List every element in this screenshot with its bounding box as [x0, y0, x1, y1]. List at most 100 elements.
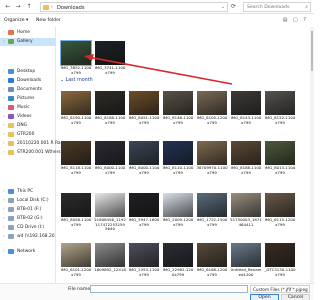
up-arrow-icon[interactable]: ↑: [25, 3, 33, 11]
file-tile[interactable]: IMG_8152-1100x799: [264, 91, 296, 133]
file-tile[interactable]: IMG_8146-1100x799: [162, 91, 194, 133]
file-thumbnail: [163, 243, 193, 267]
command-bar: Organize ▾ New folder ▤ ▢ ?: [0, 15, 314, 26]
sidebar-item[interactable]: › Desktop: [0, 68, 56, 76]
file-thumbnail: [231, 91, 261, 115]
file-name: IMG_3852-1100x799: [60, 65, 92, 75]
sidebar-item[interactable]: › Network: [0, 248, 56, 256]
address-path[interactable]: Downloads: [57, 5, 84, 11]
file-tile[interactable]: IMG_22982-1200x799: [162, 243, 194, 285]
file-tile[interactable]: IMG_8051-1100x799: [128, 91, 160, 133]
sidebar-item[interactable]: › Downloads: [0, 77, 56, 85]
file-tile[interactable]: IMG_8013-1100x799: [264, 141, 296, 183]
expand-chevron-icon[interactable]: ›: [3, 224, 5, 229]
expand-chevron-icon[interactable]: ›: [3, 215, 5, 220]
expand-chevron-icon[interactable]: ›: [3, 95, 5, 100]
vertical-scrollbar[interactable]: [310, 27, 314, 283]
expand-chevron-icon[interactable]: ›: [3, 38, 5, 43]
file-tile[interactable]: IMG_8110-1100x799: [162, 141, 194, 183]
expand-chevron-icon[interactable]: ›: [3, 206, 5, 211]
expand-chevron-icon[interactable]: ›: [3, 149, 5, 154]
sidebar-item[interactable]: › Documents: [0, 86, 56, 94]
address-bar[interactable]: › Downloads ⌄: [40, 2, 228, 12]
sidebar-item[interactable]: › DNG: [0, 122, 56, 130]
expand-chevron-icon[interactable]: ›: [3, 68, 5, 73]
file-tile[interactable]: IMG_6168-1200x799: [196, 243, 228, 285]
file-thumbnail: [197, 193, 227, 217]
file-tile[interactable]: IMG_8000-1100x799: [128, 141, 160, 183]
file-tile[interactable]: IMG_1722-1500x799: [196, 193, 228, 235]
file-tile[interactable]: 1809892_12418: [94, 243, 126, 285]
expand-chevron-icon[interactable]: ›: [3, 131, 5, 136]
file-thumbnail: [265, 141, 295, 165]
file-tile[interactable]: IMG_8058-1100x799: [60, 193, 92, 235]
sidebar-item-label: GTR200: [17, 132, 35, 137]
forward-arrow-icon[interactable]: →: [14, 3, 22, 11]
file-name: IMG_3741-1100x799: [94, 65, 126, 75]
sidebar-item[interactable]: › Music: [0, 104, 56, 112]
expand-chevron-icon[interactable]: ›: [3, 140, 5, 145]
expand-chevron-icon[interactable]: ›: [3, 188, 5, 193]
file-tile[interactable]: IMG_5947-1600x799: [128, 193, 160, 235]
expand-chevron-icon[interactable]: ›: [3, 104, 5, 109]
sidebar-item[interactable]: › Videos: [0, 113, 56, 121]
sidebar-item[interactable]: › BTB-01 (F:): [0, 206, 56, 214]
chevron-down-icon[interactable]: ⌄: [221, 4, 225, 10]
organize-button[interactable]: Organize ▾: [4, 18, 28, 23]
file-tile[interactable]: IMG_8188-1100x799: [94, 91, 126, 133]
file-tile[interactable]: IMG_8143-1100x799: [230, 91, 262, 133]
expand-chevron-icon[interactable]: ›: [3, 248, 5, 253]
expand-chevron-icon[interactable]: ›: [3, 113, 5, 118]
file-thumbnail: [95, 41, 125, 65]
scrollbar-thumb[interactable]: [311, 31, 313, 71]
file-type-select[interactable]: Custom Files (*.jfif *.pjpeg *.jpe: [250, 285, 310, 293]
view-options-icons[interactable]: ▤ ▢ ?: [283, 17, 308, 23]
sidebar-item-label: Documents: [17, 87, 43, 92]
file-name: IMG_8000-1100x799: [94, 165, 126, 175]
cancel-button[interactable]: Cancel: [281, 294, 310, 300]
sidebar-item[interactable]: › Gallery: [0, 38, 56, 46]
file-tile[interactable]: IMG_8105-1200x799: [196, 91, 228, 133]
expand-chevron-icon[interactable]: ›: [3, 233, 5, 238]
expand-chevron-icon[interactable]: ›: [3, 86, 5, 91]
file-tile[interactable]: IMG_8000-1100x799: [94, 141, 126, 183]
sidebar-item[interactable]: › wd (\\192.168.20: [0, 233, 56, 241]
sidebar-item[interactable]: › Local Disk (C:): [0, 197, 56, 205]
expand-chevron-icon[interactable]: ›: [3, 197, 5, 202]
file-tile[interactable]: Untitled_Renamed1200: [230, 243, 262, 285]
sidebar-item-icon: [8, 207, 14, 212]
sidebar-item[interactable]: › CD Drive (I:): [0, 224, 56, 232]
sidebar-item[interactable]: › Pictures: [0, 95, 56, 103]
open-button[interactable]: Open: [250, 294, 279, 300]
search-input[interactable]: Search Downloads ⌕: [243, 2, 311, 12]
file-tile[interactable]: IMG_2353-1100x799: [128, 243, 160, 285]
file-tile[interactable]: IMG_3852-1100x799: [60, 40, 92, 83]
sidebar-item[interactable]: › Home: [0, 29, 56, 37]
sidebar-item[interactable]: › 20110220.001 R Ra: [0, 140, 61, 148]
back-arrow-icon[interactable]: ←: [4, 3, 12, 11]
file-name: IMG_6101-1200x799: [60, 267, 92, 277]
refresh-icon[interactable]: ⟳: [231, 3, 236, 10]
sidebar-item[interactable]: › BTB-02 (G:): [0, 215, 56, 223]
sidebar-item[interactable]: › This PC: [0, 188, 56, 196]
file-thumbnail: [163, 141, 193, 165]
sidebar-item[interactable]: › STR200.001 Wthers: [0, 149, 61, 157]
sidebar-item[interactable]: › GTR200: [0, 131, 56, 139]
expand-chevron-icon[interactable]: ›: [3, 122, 5, 127]
file-tile[interactable]: IMG_8118-1100x799: [60, 141, 92, 183]
expand-chevron-icon[interactable]: ›: [3, 77, 5, 82]
file-tile[interactable]: IMG_2009-1200x799: [162, 193, 194, 235]
file-tile[interactable]: IMG_8190-1100x799: [60, 91, 92, 133]
file-tile[interactable]: IMG_3741-1100x799: [94, 41, 126, 83]
file-tile[interactable]: IMG_6101-1200x799: [60, 243, 92, 285]
expand-chevron-icon[interactable]: ›: [3, 29, 5, 34]
file-tile[interactable]: 51750003_1871464411: [230, 193, 262, 235]
file-tile[interactable]: IMG_8188-1100x799: [230, 141, 262, 183]
file-tile[interactable]: IMG_6115-1200x799: [264, 193, 296, 235]
file-tile[interactable]: _DTC3130-1100x799: [264, 243, 296, 285]
file-name-input[interactable]: [90, 285, 248, 293]
file-tile[interactable]: 51808456_11921174722532595640: [94, 193, 126, 235]
file-tile[interactable]: 38709970-1100x799: [196, 141, 228, 183]
sidebar-item-label: wd (\\192.168.20: [17, 234, 55, 239]
new-folder-button[interactable]: New folder: [36, 18, 61, 23]
